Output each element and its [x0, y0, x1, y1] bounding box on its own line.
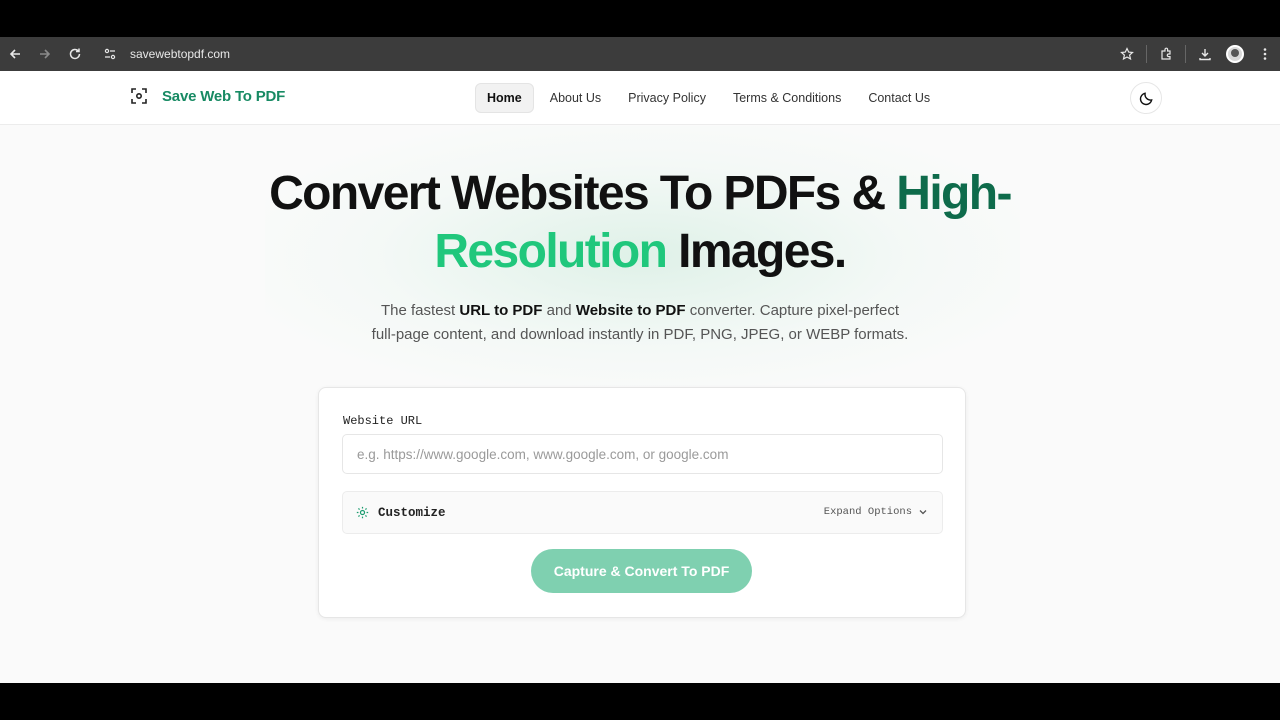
site-settings-icon[interactable] [98, 42, 122, 66]
chevron-down-icon [918, 507, 928, 517]
browser-toolbar: savewebtopdf.com [0, 37, 1280, 71]
hero-title: Convert Websites To PDFs & High- Resolut… [0, 165, 1280, 281]
nav-about-us[interactable]: About Us [539, 84, 612, 112]
forward-icon[interactable] [30, 39, 60, 69]
address-bar[interactable]: savewebtopdf.com [98, 41, 230, 67]
more-menu-icon[interactable] [1250, 39, 1280, 69]
hero-sub-bold: URL to PDF [459, 302, 543, 319]
moon-icon [1139, 91, 1153, 105]
bookmark-star-icon[interactable] [1112, 39, 1142, 69]
screen-top-bar [0, 0, 1280, 37]
url-field-label: Website URL [343, 414, 423, 428]
url-input[interactable] [342, 434, 943, 474]
hero-sub-text: and [542, 302, 576, 319]
capture-convert-button[interactable]: Capture & Convert To PDF [531, 549, 752, 593]
profile-avatar[interactable] [1220, 39, 1250, 69]
brand-name: Save Web To PDF [162, 87, 286, 105]
back-icon[interactable] [0, 39, 30, 69]
nav-privacy-policy[interactable]: Privacy Policy [617, 84, 717, 112]
hero-sub-text: The fastest [381, 302, 460, 319]
hero-sub-text: full-page content, and download instantl… [371, 326, 909, 343]
nav-terms-conditions[interactable]: Terms & Conditions [722, 84, 852, 112]
toolbar-separator [1185, 45, 1186, 63]
hero-sub-bold: Website to PDF [575, 302, 686, 319]
nav-contact-us[interactable]: Contact Us [857, 84, 941, 112]
hero-title-part1: Convert Websites To PDFs & [269, 167, 897, 220]
toolbar-separator [1146, 45, 1147, 63]
hero-sub-text: converter. Capture pixel-perfect [685, 302, 899, 319]
hero-title-highlight1: High- [896, 167, 1012, 220]
nav-home[interactable]: Home [475, 83, 534, 113]
extensions-icon[interactable] [1151, 39, 1181, 69]
converter-card: Website URL Customize Expand Options Cap… [318, 387, 966, 618]
brand-logo[interactable]: Save Web To PDF [130, 87, 285, 105]
theme-toggle-button[interactable] [1130, 82, 1162, 114]
expand-options-label: Expand Options [823, 506, 912, 518]
avatar [1226, 45, 1244, 63]
customize-panel[interactable]: Customize Expand Options [342, 491, 943, 534]
expand-options-toggle[interactable]: Expand Options [824, 506, 928, 518]
screen-bottom-bar [0, 683, 1280, 720]
web-page: Save Web To PDF Home About Us Privacy Po… [0, 71, 1280, 683]
download-icon[interactable] [1190, 39, 1220, 69]
hero-subtitle: The fastest URL to PDF and Website to PD… [0, 299, 1280, 347]
hero-title-part2: Images. [666, 225, 847, 278]
address-text: savewebtopdf.com [130, 47, 231, 61]
reload-icon[interactable] [60, 39, 90, 69]
gear-icon [355, 506, 369, 520]
site-header: Save Web To PDF Home About Us Privacy Po… [0, 71, 1280, 125]
main-nav: Home About Us Privacy Policy Terms & Con… [475, 83, 946, 113]
hero-title-highlight2: Resolution [434, 225, 668, 278]
scan-focus-icon [130, 87, 148, 105]
customize-label: Customize [378, 505, 446, 520]
